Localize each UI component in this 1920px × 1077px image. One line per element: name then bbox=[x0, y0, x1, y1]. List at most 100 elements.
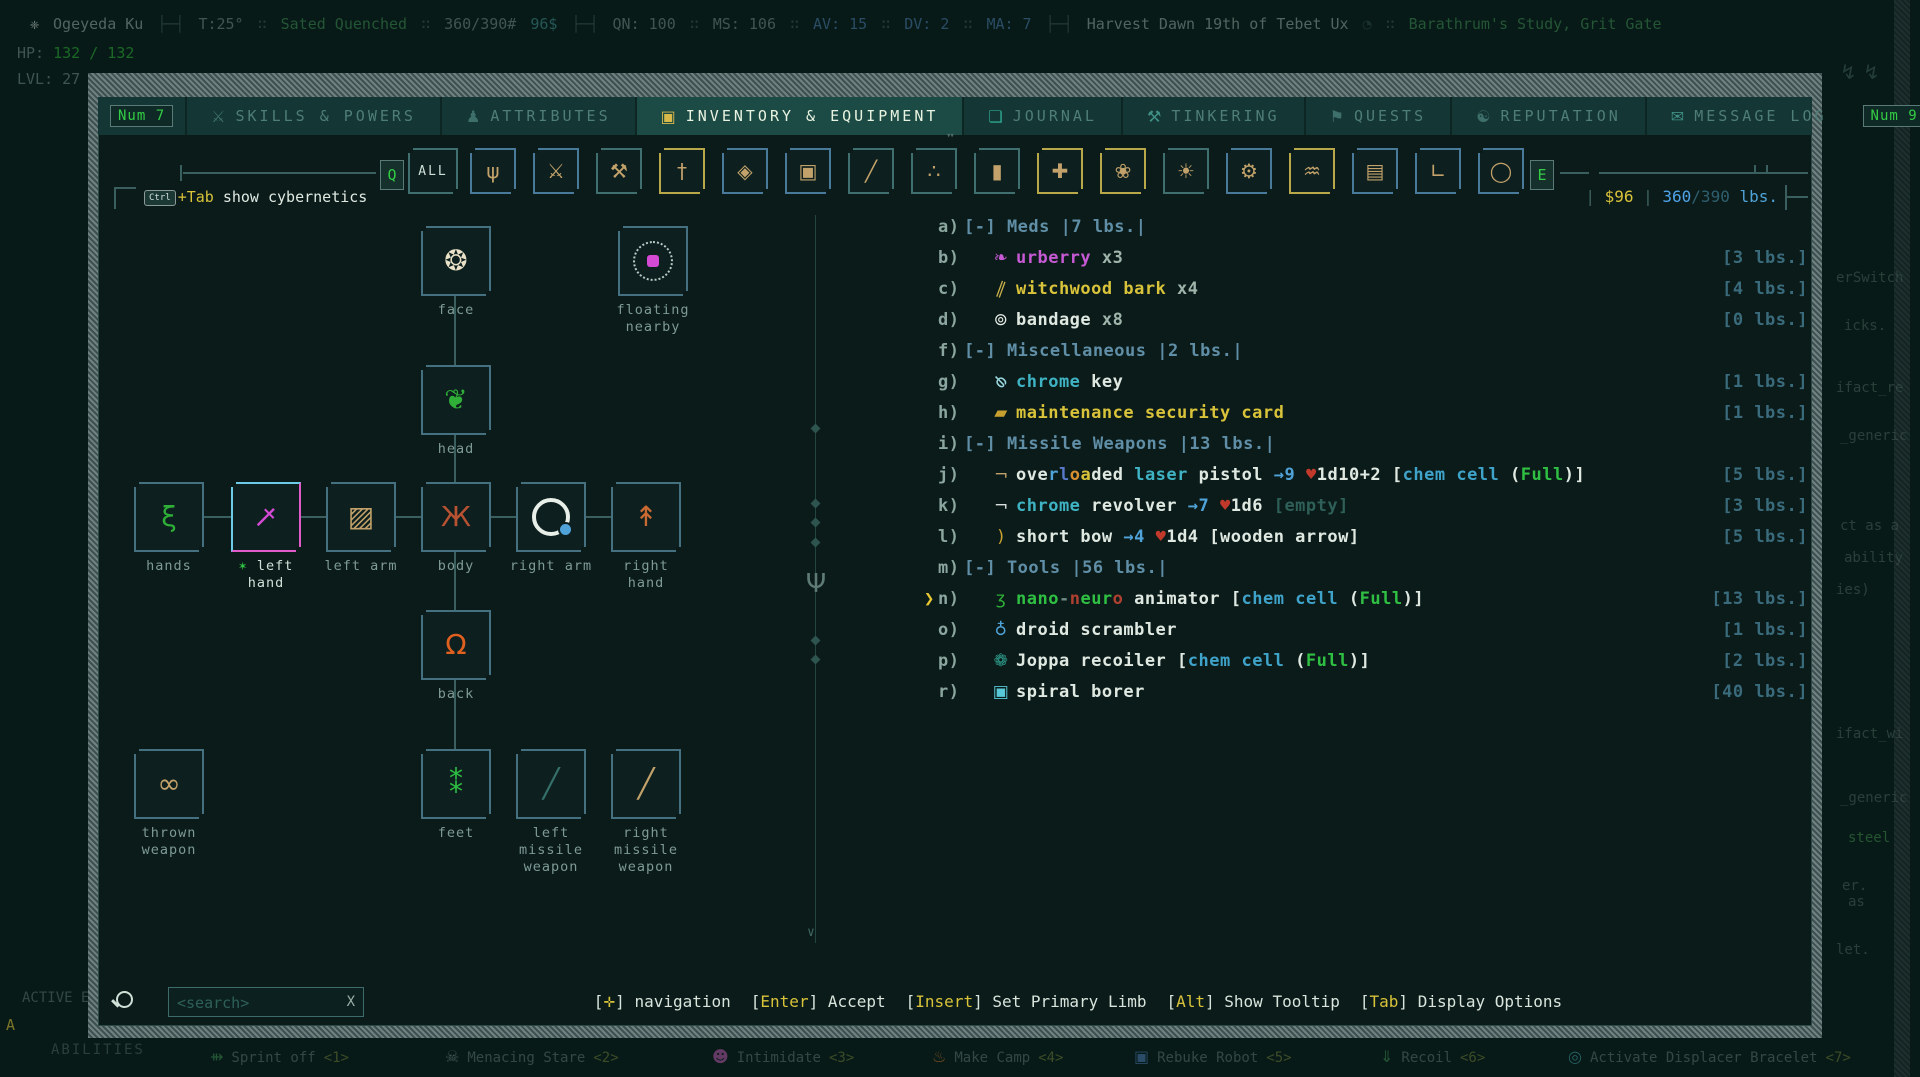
keybinding-hints: [✛] navigation [Enter] Accept [Insert] Set… bbox=[488, 987, 1668, 1017]
wallet-corner-h bbox=[1787, 196, 1808, 198]
left-line-tick bbox=[180, 165, 182, 181]
inventory-category-row[interactable]: a) [-] Meds |7 lbs.| bbox=[938, 212, 1808, 243]
hint-corner-h bbox=[114, 187, 136, 189]
equip-slot-head[interactable]: ❦ bbox=[419, 363, 493, 437]
tab-journal[interactable]: ❏ JOURNAL bbox=[962, 97, 1121, 135]
light-sources-filter[interactable]: ☀ bbox=[1161, 146, 1211, 196]
inventory-item-row[interactable]: l)) short bow →4 ♥1d4 [wooden arrow] [5 lb… bbox=[938, 522, 1808, 553]
equip-slot-left-arm[interactable]: ▨ bbox=[324, 480, 398, 554]
energy-cells-filter[interactable]: ▮ bbox=[972, 146, 1022, 196]
item-name: spiral borer bbox=[1016, 682, 1145, 702]
inventory-category-row[interactable]: f) [-] Miscellaneous |2 lbs.| bbox=[938, 336, 1808, 367]
row-hotkey: p) bbox=[938, 651, 960, 671]
tab-attributes[interactable]: ♟ ATTRIBUTES bbox=[439, 97, 635, 135]
meds-filter[interactable]: ✚ bbox=[1035, 146, 1085, 196]
inventory-item-row[interactable]: ❯ n) ʒ nano-neuro animator [chem cell (Full… bbox=[924, 584, 1808, 615]
armor-filter[interactable]: ◈ bbox=[720, 146, 770, 196]
inventory-item-row[interactable]: d) ⊚ bandage x8 [0 lbs.] bbox=[938, 305, 1808, 336]
category-header-text: [-] Missile Weapons |13 lbs.| bbox=[964, 434, 1276, 454]
search-input[interactable] bbox=[175, 990, 329, 1016]
equip-slot-right-hand[interactable]: ↟ bbox=[609, 480, 683, 554]
item-name: short bow →4 ♥1d4 [wooden arrow] bbox=[1016, 527, 1360, 547]
nano-neuro-animator-icon: ʒ bbox=[995, 589, 1007, 609]
scroll-down-indicator-icon: ▾▾ bbox=[946, 131, 955, 141]
natural-weapons-filter[interactable]: ψ bbox=[468, 146, 518, 196]
item-weight: [2 lbs.] bbox=[1722, 651, 1808, 671]
inventory-item-row[interactable]: h) ▰ maintenance security card [1 lbs.] bbox=[938, 398, 1808, 429]
tab-tinkering[interactable]: ⚒ TINKERING bbox=[1120, 97, 1304, 135]
equip-slot-floating-nearby[interactable] bbox=[616, 224, 690, 298]
left-hand-item-icon: † bbox=[249, 500, 283, 534]
trade-goods-filter[interactable]: ▤ bbox=[1350, 146, 1400, 196]
tools-filter-icon: ⚙ bbox=[1240, 159, 1258, 183]
jewelry-filter-icon: ◯ bbox=[1489, 159, 1513, 183]
equip-slot-right-arm[interactable] bbox=[514, 480, 588, 554]
missile-filter-icon: ╱ bbox=[864, 159, 878, 183]
row-hotkey: n) bbox=[938, 589, 960, 609]
filter-all-button[interactable]: ALL bbox=[406, 146, 460, 196]
item-name: bandage x8 bbox=[1016, 310, 1124, 330]
inventory-item-row[interactable]: r) ▣ spiral borer [40 lbs.] bbox=[938, 677, 1808, 708]
missile-filter[interactable]: ╱ bbox=[846, 146, 896, 196]
inventory-item-row[interactable]: g) φ chrome key [1 lbs.] bbox=[938, 367, 1808, 398]
search-clear-button[interactable]: X bbox=[347, 988, 355, 1016]
food-filter[interactable]: ❀ bbox=[1098, 146, 1148, 196]
row-hotkey: h) bbox=[938, 403, 960, 423]
category-header-text: [-] Meds |7 lbs.| bbox=[964, 217, 1147, 237]
inventory-item-row[interactable]: k) ⌐ chrome revolver →7 ♥1d6 [empty] [3 lbs… bbox=[938, 491, 1808, 522]
tab-skills-powers[interactable]: ⚔ SKILLS & POWERS bbox=[185, 97, 440, 135]
head-item-icon: ❦ bbox=[444, 383, 468, 416]
sword-icon: ⚔ bbox=[211, 106, 226, 126]
water-containers-filter[interactable]: ♒ bbox=[1287, 146, 1337, 196]
tab-quests[interactable]: ⚑ QUESTS bbox=[1303, 97, 1451, 135]
inventory-item-row[interactable]: b) ❧ urberry x3 [3 lbs.] bbox=[938, 243, 1808, 274]
arrow-keys-icon: ✛ bbox=[603, 995, 616, 1011]
equip-slot-back[interactable]: Ω bbox=[419, 608, 493, 682]
inventory-item-row[interactable]: j) ⌐ overloaded laser pistol →9 ♥1d10+2 [c… bbox=[938, 460, 1808, 491]
equip-slot-thrown-weapon[interactable]: ∞ bbox=[132, 747, 206, 821]
equip-slot-left-hand[interactable]: † bbox=[229, 480, 303, 554]
search-box[interactable]: X bbox=[168, 987, 364, 1017]
boots-filter[interactable]: ∟ bbox=[1413, 146, 1463, 196]
shields-filter-icon: ▣ bbox=[798, 159, 818, 183]
inventory-list: a) [-] Meds |7 lbs.| b) ❧ urberry x3 [3 lbs.]… bbox=[924, 212, 1808, 708]
item-weight: [0 lbs.] bbox=[1722, 310, 1808, 330]
light-sources-filter-icon: ☀ bbox=[1177, 159, 1195, 183]
equip-slot-hands[interactable]: ξ bbox=[132, 480, 206, 554]
cudgels-filter[interactable]: ⚒ bbox=[594, 146, 644, 196]
equip-slot-label-head: head bbox=[437, 441, 475, 457]
money-weight-readout: | $96 | 360/390 lbs. bbox=[1585, 187, 1778, 206]
inventory-item-row[interactable]: o) ♁ droid scrambler [1 lbs.] bbox=[938, 615, 1808, 646]
item-name: urberry x3 bbox=[1016, 248, 1124, 268]
equip-slot-body[interactable]: Ж bbox=[419, 480, 493, 554]
left-missile-weapon-item-icon: ╱ bbox=[542, 767, 560, 800]
equip-slot-face[interactable]: ❂ bbox=[419, 224, 493, 298]
inventory-category-row[interactable]: m) [-] Tools |56 lbs.| bbox=[938, 553, 1808, 584]
left-arm-item-icon: ▨ bbox=[347, 500, 375, 533]
ammo-filter[interactable]: ∴ bbox=[909, 146, 959, 196]
axes-filter[interactable]: ⚔ bbox=[531, 146, 581, 196]
tools-filter[interactable]: ⚙ bbox=[1224, 146, 1274, 196]
inventory-category-row[interactable]: i) [-] Missile Weapons |13 lbs.| bbox=[938, 429, 1808, 460]
revolver-icon: ⌐ bbox=[993, 496, 1009, 516]
tab-inventory-equipment[interactable]: ▣ INVENTORY & EQUIPMENT bbox=[634, 97, 963, 135]
tab-message-log[interactable]: ✉ MESSAGE LOG bbox=[1644, 97, 1851, 135]
back-item-icon: Ω bbox=[445, 628, 467, 661]
equip-slot-left-missile-weapon[interactable]: ╱ bbox=[514, 747, 588, 821]
selection-cursor-icon: ❯ bbox=[924, 589, 935, 609]
primary-limb-star-icon: ✶ bbox=[238, 558, 248, 574]
food-filter-icon: ❀ bbox=[1114, 159, 1132, 183]
item-weight: [3 lbs.] bbox=[1722, 248, 1808, 268]
short-blades-filter[interactable]: † bbox=[657, 146, 707, 196]
tab-reputation[interactable]: ☯ REPUTATION bbox=[1450, 97, 1645, 135]
inventory-item-row[interactable]: p) ❁ Joppa recoiler [chem cell (Full)] [2 l… bbox=[938, 646, 1808, 677]
equip-slot-right-missile-weapon[interactable]: ╱ bbox=[609, 747, 683, 821]
divider-chevron-icon: ∨ bbox=[807, 925, 815, 940]
equip-slot-feet[interactable]: ⁑ bbox=[419, 747, 493, 821]
tab-key-badge: Num 7 bbox=[110, 105, 174, 127]
inventory-item-row[interactable]: c) ∥ witchwood bark x4 [4 lbs.] bbox=[938, 274, 1808, 305]
ctrl-key-icon: Ctrl bbox=[144, 189, 176, 206]
jewelry-filter[interactable]: ◯ bbox=[1476, 146, 1526, 196]
shields-filter[interactable]: ▣ bbox=[783, 146, 833, 196]
toolbox-icon: ⚒ bbox=[1146, 106, 1162, 126]
